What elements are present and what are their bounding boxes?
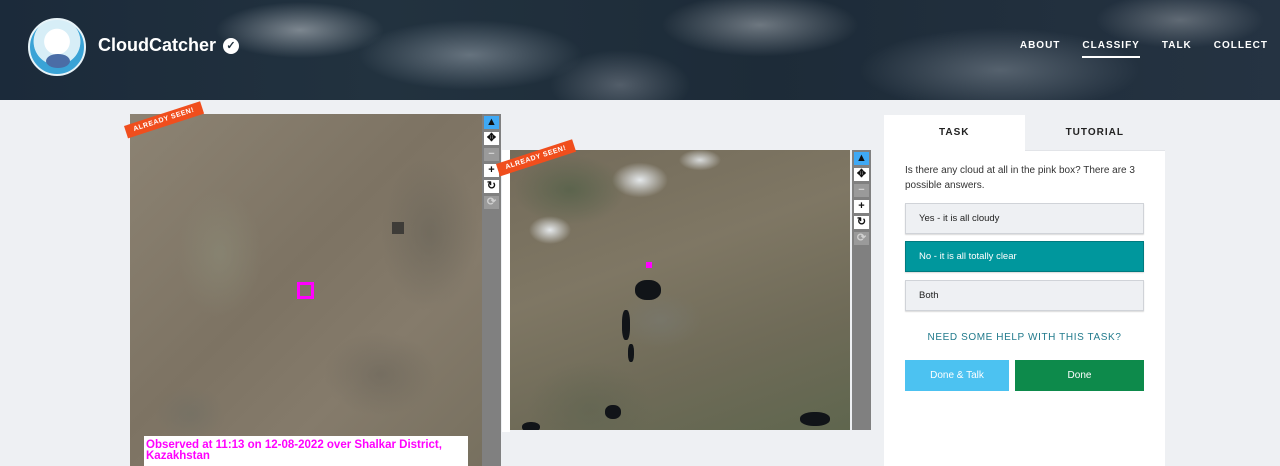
project-title[interactable]: CloudCatcher ✓ [98, 35, 240, 56]
need-help-link[interactable]: NEED SOME HELP WITH THIS TASK? [884, 332, 1165, 343]
pink-target-marker [646, 262, 652, 268]
answer-both[interactable]: Both [905, 280, 1144, 311]
nav-about[interactable]: ABOUT [1020, 40, 1061, 58]
nav-classify[interactable]: CLASSIFY [1082, 40, 1140, 58]
nav-talk[interactable]: TALK [1162, 40, 1192, 58]
task-tabs: TASK TUTORIAL [884, 115, 1165, 151]
pointer-icon[interactable]: ▲ [854, 152, 869, 165]
tab-task[interactable]: TASK [884, 115, 1025, 151]
reset-icon[interactable]: ⟳ [484, 196, 499, 209]
zoom-out-icon[interactable]: − [854, 184, 869, 197]
done-and-talk-button[interactable]: Done & Talk [905, 360, 1009, 391]
answer-yes-cloudy[interactable]: Yes - it is all cloudy [905, 203, 1144, 234]
project-nav: ABOUT CLASSIFY TALK COLLECT [1020, 40, 1268, 58]
move-icon[interactable]: ✥ [484, 132, 499, 145]
subject-image-context[interactable] [510, 150, 850, 430]
observation-caption: Observed at 11:13 on 12-08-2022 over Sha… [144, 436, 468, 466]
image-toolbar-2: ▲ ✥ − + ↻ ⟳ [852, 150, 871, 430]
zoom-in-icon[interactable]: + [854, 200, 869, 213]
lake [622, 310, 630, 340]
answer-no-clear[interactable]: No - it is all totally clear [905, 241, 1144, 272]
task-question: Is there any cloud at all in the pink bo… [905, 165, 1135, 191]
lake [628, 344, 634, 362]
lake [800, 412, 830, 426]
reset-icon[interactable]: ⟳ [854, 232, 869, 245]
site-header: CloudCatcher ✓ ABOUT CLASSIFY TALK COLLE… [0, 0, 1280, 100]
move-icon[interactable]: ✥ [854, 168, 869, 181]
verified-badge-icon: ✓ [223, 37, 240, 54]
rotate-icon[interactable]: ↻ [854, 216, 869, 229]
pointer-icon[interactable]: ▲ [484, 116, 499, 129]
pink-target-box [297, 282, 314, 299]
tab-tutorial[interactable]: TUTORIAL [1024, 115, 1165, 151]
subject-image-zoomed[interactable]: Observed at 11:13 on 12-08-2022 over Sha… [130, 114, 482, 466]
rotate-icon[interactable]: ↻ [484, 180, 499, 193]
task-panel: TASK TUTORIAL Is there any cloud at all … [884, 115, 1165, 466]
lake [605, 405, 621, 419]
cloudcatcher-logo[interactable] [28, 18, 86, 76]
nav-collect[interactable]: COLLECT [1214, 40, 1268, 58]
zoom-out-icon[interactable]: − [484, 148, 499, 161]
done-button[interactable]: Done [1015, 360, 1144, 391]
lake [635, 280, 661, 300]
lake [522, 422, 540, 430]
brand-name[interactable]: CloudCatcher [98, 35, 216, 56]
